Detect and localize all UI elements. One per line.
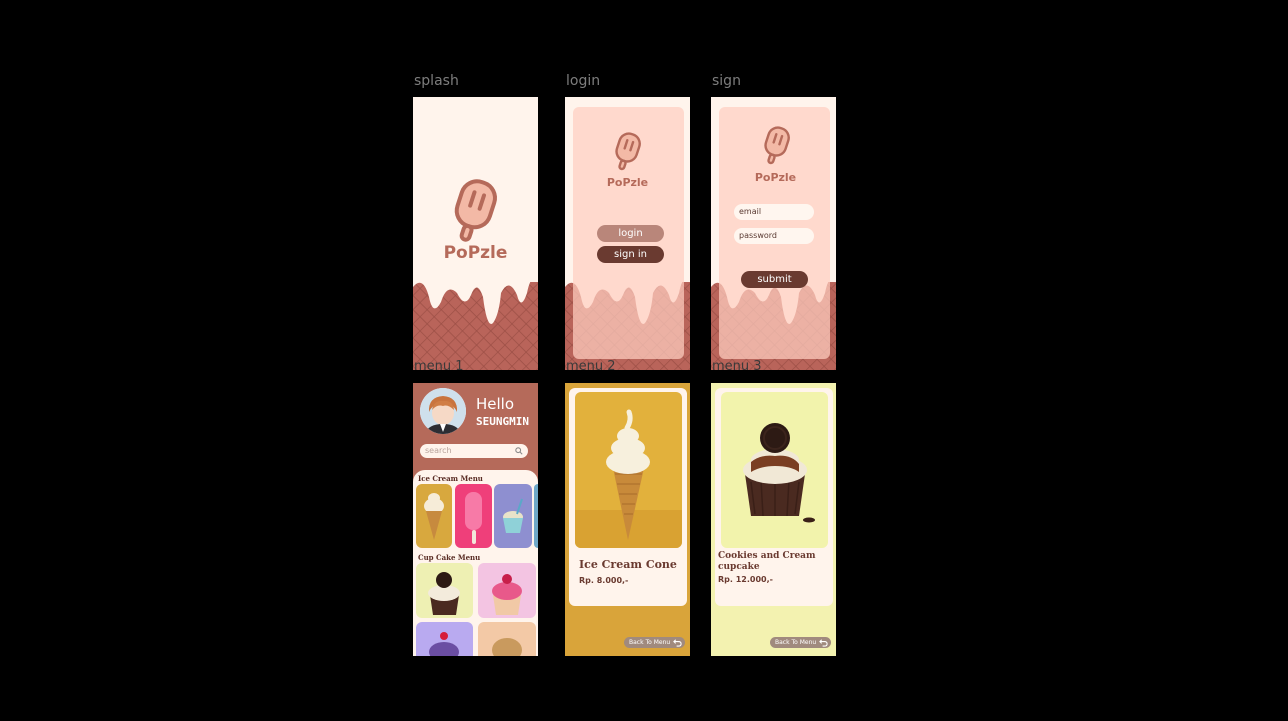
frame-label-menu2: menu 2 bbox=[566, 359, 616, 374]
blueberry-cupcake-item[interactable] bbox=[416, 622, 473, 656]
login-button[interactable]: login bbox=[597, 225, 664, 242]
ice-cream-cone-image bbox=[424, 493, 444, 540]
splash-frame: PoPzle bbox=[413, 97, 538, 370]
frame-label-sign: sign bbox=[712, 73, 741, 89]
search-placeholder: search bbox=[425, 446, 452, 455]
popsicle-logo-icon bbox=[615, 132, 641, 171]
blueberry-cupcake-image bbox=[429, 632, 459, 656]
greeting-text: Hello bbox=[476, 395, 515, 413]
product-title: Ice Cream Cone bbox=[579, 558, 677, 571]
menu1-frame: Hello SEUNGMIN search Ice Cream Menu Cup… bbox=[413, 383, 538, 656]
menu1-header: Hello SEUNGMIN search bbox=[413, 383, 538, 483]
pink-cupcake-image bbox=[492, 574, 522, 615]
login-frame: PoPzle login sign in bbox=[565, 97, 690, 370]
ice-cream-cup-image bbox=[503, 498, 523, 533]
pink-cupcake-item[interactable] bbox=[478, 563, 536, 618]
back-to-menu-button[interactable]: Back To Menu bbox=[624, 637, 685, 648]
product-price: Rp. 8.000,- bbox=[579, 576, 629, 585]
password-field[interactable]: password bbox=[734, 228, 814, 244]
cookies-cupcake-item[interactable] bbox=[416, 563, 473, 618]
submit-button[interactable]: submit bbox=[741, 271, 808, 288]
brand-name: PoPzle bbox=[606, 176, 649, 189]
nut-cupcake-image bbox=[492, 638, 522, 656]
username-text: SEUNGMIN bbox=[476, 415, 529, 428]
search-icon[interactable] bbox=[515, 447, 523, 455]
frame-label-menu3: menu 3 bbox=[712, 359, 762, 374]
popsicle-image bbox=[465, 492, 482, 544]
profile-photo bbox=[420, 388, 466, 434]
cupcake-menu-title: Cup Cake Menu bbox=[418, 553, 481, 562]
menu3-frame: Cookies and Cream cupcake Rp. 12.000,- B… bbox=[711, 383, 836, 656]
brand-name: PoPzle bbox=[754, 171, 797, 184]
frame-label-splash: splash bbox=[414, 73, 459, 89]
sign-frame: PoPzle email password submit bbox=[711, 97, 836, 370]
nut-cupcake-item[interactable] bbox=[478, 622, 536, 656]
product-price: Rp. 12.000,- bbox=[718, 575, 773, 584]
undo-arrow-icon bbox=[819, 639, 828, 647]
search-input[interactable]: search bbox=[420, 444, 528, 458]
frame-label-login: login bbox=[566, 73, 601, 89]
product-card: Cookies and Cream cupcake Rp. 12.000,- bbox=[715, 388, 833, 606]
cookies-cupcake-image bbox=[743, 423, 815, 523]
more-item-peek[interactable] bbox=[534, 484, 538, 548]
popsicle-item[interactable] bbox=[455, 484, 492, 548]
back-to-menu-button[interactable]: Back To Menu bbox=[770, 637, 831, 648]
email-field[interactable]: email bbox=[734, 204, 814, 220]
frame-label-menu1: menu 1 bbox=[414, 359, 464, 374]
ice-cream-menu-title: Ice Cream Menu bbox=[418, 474, 483, 483]
back-to-menu-label: Back To Menu bbox=[775, 639, 817, 646]
ice-cream-cone-item[interactable] bbox=[416, 484, 452, 548]
ice-cream-cone-image bbox=[575, 409, 682, 548]
menu2-frame: Ice Cream Cone Rp. 8.000,- Back To Menu bbox=[565, 383, 690, 656]
back-to-menu-label: Back To Menu bbox=[629, 639, 671, 646]
menu1-content: Ice Cream Menu Cup Cake Menu bbox=[413, 470, 538, 656]
sign-in-button[interactable]: sign in bbox=[597, 246, 664, 263]
product-title: Cookies and Cream cupcake bbox=[718, 551, 816, 572]
product-photo bbox=[721, 392, 828, 548]
avatar[interactable] bbox=[420, 388, 466, 434]
popsicle-logo-icon bbox=[764, 126, 790, 165]
popsicle-logo-icon bbox=[454, 179, 497, 242]
ice-cream-cup-item[interactable] bbox=[494, 484, 532, 548]
product-photo bbox=[575, 392, 682, 548]
brand-name: PoPzle bbox=[443, 243, 508, 263]
cookies-cupcake-image bbox=[428, 572, 460, 615]
undo-arrow-icon bbox=[673, 639, 682, 647]
product-card: Ice Cream Cone Rp. 8.000,- bbox=[569, 388, 687, 606]
